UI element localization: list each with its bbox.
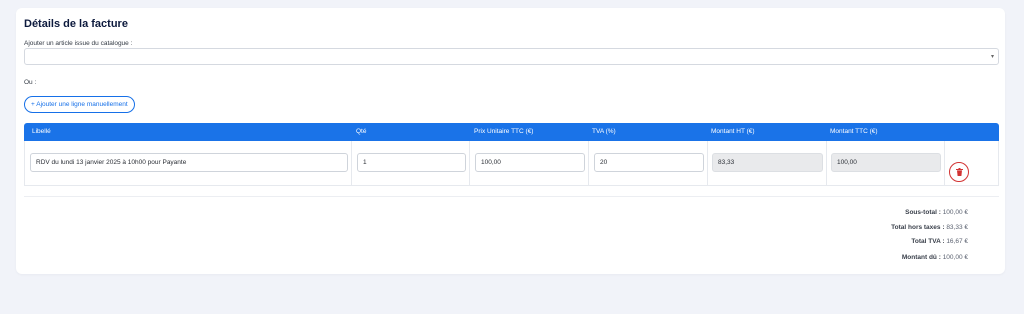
delete-line-button[interactable] bbox=[949, 162, 969, 182]
column-header-montant-ht: Montant HT (€) bbox=[711, 128, 755, 135]
total-tva-value: 16,67 € bbox=[946, 238, 968, 245]
prix-unitaire-input[interactable]: 100,00 bbox=[475, 153, 585, 172]
chevron-down-icon: ▾ bbox=[990, 54, 994, 60]
column-header-qte: Qté bbox=[356, 128, 367, 135]
column-header-libelle: Libellé bbox=[32, 128, 51, 135]
total-ht-line: Total hors taxes : 83,33 € bbox=[891, 224, 968, 231]
table-row: RDV du lundi 13 janvier 2025 à 10h00 pou… bbox=[24, 141, 999, 186]
montant-ttc-field: 100,00 bbox=[831, 153, 941, 172]
montant-du-line: Montant dû : 100,00 € bbox=[902, 254, 968, 261]
total-tva-line: Total TVA : 16,67 € bbox=[911, 238, 968, 245]
total-ht-label: Total hors taxes : bbox=[891, 224, 945, 231]
divider bbox=[24, 196, 999, 197]
table-header: Libellé Qté Prix Unitaire TTC (€) TVA (%… bbox=[24, 123, 999, 141]
total-tva-label: Total TVA : bbox=[911, 238, 945, 245]
invoice-details-card: Détails de la facture Ajouter un article… bbox=[16, 8, 1005, 274]
add-manual-line-button[interactable]: + Ajouter une ligne manuellement bbox=[24, 96, 135, 113]
sous-total-line: Sous-total : 100,00 € bbox=[905, 209, 968, 216]
qte-input[interactable]: 1 bbox=[357, 153, 466, 172]
section-title: Détails de la facture bbox=[24, 18, 128, 30]
sous-total-value: 100,00 € bbox=[942, 209, 968, 216]
montant-du-value: 100,00 € bbox=[942, 254, 968, 261]
column-header-prix-unitaire: Prix Unitaire TTC (€) bbox=[474, 128, 534, 135]
total-ht-value: 83,33 € bbox=[946, 224, 968, 231]
or-label: Ou : bbox=[24, 79, 37, 86]
tva-input[interactable]: 20 bbox=[594, 153, 704, 172]
column-header-tva: TVA (%) bbox=[592, 128, 616, 135]
catalog-label: Ajouter un article issue du catalogue : bbox=[24, 40, 133, 47]
libelle-input[interactable]: RDV du lundi 13 janvier 2025 à 10h00 pou… bbox=[30, 153, 348, 172]
catalog-select[interactable]: ▾ bbox=[24, 48, 999, 65]
sous-total-label: Sous-total : bbox=[905, 209, 941, 216]
trash-icon bbox=[956, 168, 963, 176]
montant-ht-field: 83,33 bbox=[712, 153, 823, 172]
column-header-montant-ttc: Montant TTC (€) bbox=[830, 128, 878, 135]
montant-du-label: Montant dû : bbox=[901, 254, 941, 261]
